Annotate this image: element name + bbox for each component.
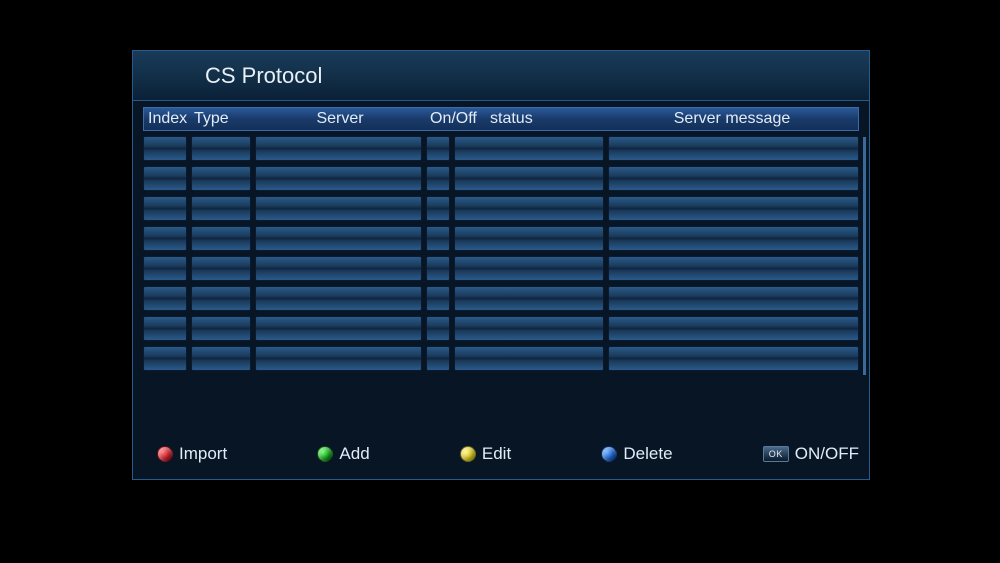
legend-add[interactable]: Add bbox=[317, 444, 369, 464]
table-row[interactable] bbox=[143, 136, 859, 161]
cell-message bbox=[608, 286, 859, 311]
scrollbar[interactable] bbox=[863, 137, 866, 375]
table-area: Index Type Server On/Off status Server m… bbox=[133, 101, 869, 371]
page-title: CS Protocol bbox=[205, 63, 322, 89]
header-type: Type bbox=[190, 108, 254, 130]
legend-import-label: Import bbox=[179, 444, 227, 464]
cell-message bbox=[608, 196, 859, 221]
table-body bbox=[143, 136, 859, 371]
cell-index bbox=[143, 166, 187, 191]
cell-index bbox=[143, 256, 187, 281]
cell-status bbox=[454, 166, 604, 191]
cell-type bbox=[191, 136, 251, 161]
cell-server bbox=[255, 256, 423, 281]
cell-index bbox=[143, 316, 187, 341]
cell-type bbox=[191, 316, 251, 341]
cell-onoff bbox=[426, 316, 450, 341]
cell-onoff bbox=[426, 226, 450, 251]
red-dot-icon bbox=[157, 446, 173, 462]
header-server: Server bbox=[254, 108, 426, 130]
green-dot-icon bbox=[317, 446, 333, 462]
table-row[interactable] bbox=[143, 166, 859, 191]
cell-message bbox=[608, 226, 859, 251]
legend-add-label: Add bbox=[339, 444, 369, 464]
cell-index bbox=[143, 286, 187, 311]
cell-type bbox=[191, 196, 251, 221]
cell-status bbox=[454, 256, 604, 281]
legend-edit-label: Edit bbox=[482, 444, 511, 464]
ok-badge-icon: OK bbox=[763, 446, 789, 462]
cell-type bbox=[191, 346, 251, 371]
cell-message bbox=[608, 346, 859, 371]
cell-onoff bbox=[426, 166, 450, 191]
blue-dot-icon bbox=[601, 446, 617, 462]
header-index: Index bbox=[144, 108, 190, 130]
legend-bar: Import Add Edit Delete OK ON/OFF bbox=[143, 439, 859, 469]
legend-delete[interactable]: Delete bbox=[601, 444, 672, 464]
cell-status bbox=[454, 196, 604, 221]
cell-server bbox=[255, 286, 423, 311]
header-status: status bbox=[486, 108, 606, 130]
cell-message bbox=[608, 166, 859, 191]
table-row[interactable] bbox=[143, 316, 859, 341]
cell-server bbox=[255, 136, 423, 161]
table-header: Index Type Server On/Off status Server m… bbox=[143, 107, 859, 131]
cell-server bbox=[255, 196, 423, 221]
cell-message bbox=[608, 256, 859, 281]
cell-onoff bbox=[426, 346, 450, 371]
cell-status bbox=[454, 286, 604, 311]
legend-delete-label: Delete bbox=[623, 444, 672, 464]
legend-edit[interactable]: Edit bbox=[460, 444, 511, 464]
cell-onoff bbox=[426, 136, 450, 161]
cs-protocol-panel: CS Protocol Index Type Server On/Off sta… bbox=[132, 50, 870, 480]
cell-server bbox=[255, 226, 423, 251]
cell-type bbox=[191, 166, 251, 191]
header-message: Server message bbox=[606, 108, 858, 130]
cell-status bbox=[454, 346, 604, 371]
cell-onoff bbox=[426, 256, 450, 281]
cell-index bbox=[143, 226, 187, 251]
yellow-dot-icon bbox=[460, 446, 476, 462]
cell-server bbox=[255, 166, 423, 191]
cell-message bbox=[608, 136, 859, 161]
table-row[interactable] bbox=[143, 196, 859, 221]
cell-type bbox=[191, 256, 251, 281]
cell-status bbox=[454, 316, 604, 341]
cell-onoff bbox=[426, 196, 450, 221]
header-onoff: On/Off bbox=[426, 108, 486, 130]
legend-import[interactable]: Import bbox=[157, 444, 227, 464]
cell-index bbox=[143, 196, 187, 221]
cell-server bbox=[255, 346, 423, 371]
cell-index bbox=[143, 136, 187, 161]
cell-server bbox=[255, 316, 423, 341]
cell-index bbox=[143, 346, 187, 371]
table-row[interactable] bbox=[143, 286, 859, 311]
cell-message bbox=[608, 316, 859, 341]
cell-type bbox=[191, 286, 251, 311]
cell-status bbox=[454, 226, 604, 251]
legend-onoff[interactable]: OK ON/OFF bbox=[763, 444, 859, 464]
cell-status bbox=[454, 136, 604, 161]
cell-onoff bbox=[426, 286, 450, 311]
table-row[interactable] bbox=[143, 256, 859, 281]
legend-onoff-label: ON/OFF bbox=[795, 444, 859, 464]
cell-type bbox=[191, 226, 251, 251]
table-row[interactable] bbox=[143, 346, 859, 371]
table-row[interactable] bbox=[143, 226, 859, 251]
title-bar: CS Protocol bbox=[133, 51, 869, 101]
